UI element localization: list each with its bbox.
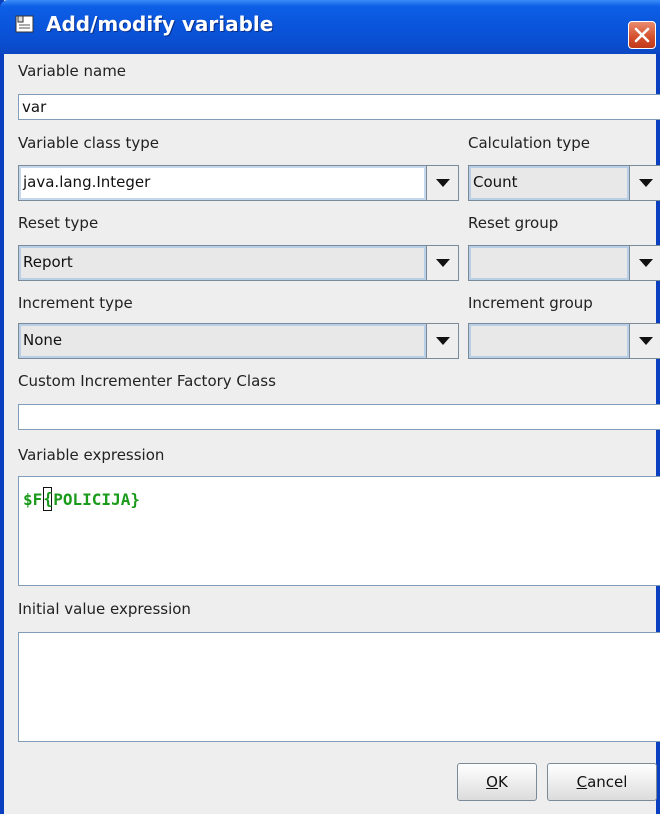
expression-label: Variable expression <box>18 446 165 464</box>
reset-type-value: Report <box>19 246 426 280</box>
chevron-down-icon[interactable] <box>426 166 458 200</box>
expression-prefix: $F <box>23 490 43 509</box>
class-type-label: Variable class type <box>18 134 160 152</box>
increment-group-select[interactable] <box>468 323 660 359</box>
cancel-mnemonic: C <box>576 773 588 791</box>
expression-caret-char: { <box>43 489 53 508</box>
close-button[interactable] <box>628 21 656 49</box>
calculation-type-select[interactable]: Count <box>468 165 660 201</box>
ok-mnemonic: O <box>486 773 498 791</box>
reset-type-label: Reset type <box>18 214 99 232</box>
dialog-window: Add/modify variable Variable name var Va… <box>0 0 660 814</box>
incrementer-label: Custom Incrementer Factory Class <box>18 372 276 390</box>
document-icon <box>15 15 34 33</box>
chevron-down-icon[interactable] <box>629 246 660 280</box>
class-type-value: java.lang.Integer <box>19 166 426 200</box>
reset-group-value <box>469 246 629 280</box>
cancel-label-rest: ancel <box>587 773 628 791</box>
initial-value-label: Initial value expression <box>18 600 191 618</box>
chevron-down-icon[interactable] <box>629 166 660 200</box>
variable-name-input[interactable]: var <box>18 94 660 120</box>
ok-label-rest: K <box>497 773 508 791</box>
increment-type-label: Increment type <box>18 294 133 312</box>
close-icon <box>634 27 650 43</box>
increment-type-value: None <box>19 324 426 358</box>
increment-group-value <box>469 324 629 358</box>
chevron-down-icon[interactable] <box>426 246 458 280</box>
variable-name-label: Variable name <box>18 62 127 80</box>
cancel-button[interactable]: Cancel <box>547 763 657 801</box>
calculation-type-value: Count <box>469 166 629 200</box>
calculation-type-label: Calculation type <box>468 134 590 152</box>
increment-group-label: Increment group <box>468 294 593 312</box>
chevron-down-icon[interactable] <box>426 324 458 358</box>
dialog-title: Add/modify variable <box>46 12 274 36</box>
incrementer-input[interactable] <box>18 404 660 430</box>
reset-type-select[interactable]: Report <box>18 245 459 281</box>
title-bar[interactable]: Add/modify variable <box>0 0 660 54</box>
class-type-select[interactable]: java.lang.Integer <box>18 165 459 201</box>
expression-text: $F{POLICIJA} <box>23 487 140 511</box>
reset-group-select[interactable] <box>468 245 660 281</box>
expression-editor[interactable]: $F{POLICIJA} <box>18 476 660 586</box>
chevron-down-icon[interactable] <box>629 324 660 358</box>
initial-value-editor[interactable] <box>18 632 660 742</box>
increment-type-select[interactable]: None <box>18 323 459 359</box>
expression-suffix: POLICIJA} <box>53 490 140 509</box>
text-caret: { <box>43 487 53 511</box>
reset-group-label: Reset group <box>468 214 559 232</box>
ok-button[interactable]: OK <box>457 763 537 801</box>
